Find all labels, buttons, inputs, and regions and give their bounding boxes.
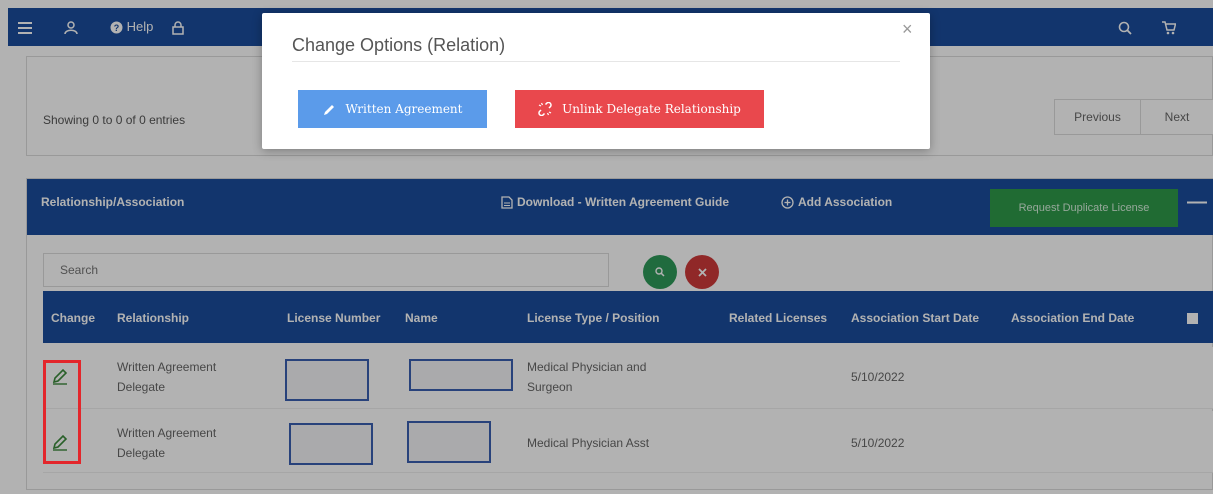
- change-options-modal: Change Options (Relation) × Written Agre…: [262, 13, 930, 149]
- modal-close-button[interactable]: ×: [902, 19, 913, 40]
- unlink-icon: [538, 102, 552, 116]
- change-column-highlight: [43, 360, 81, 464]
- unlink-delegate-button[interactable]: Unlink Delegate Relationship: [515, 90, 764, 128]
- modal-divider: [292, 61, 900, 62]
- modal-title: Change Options (Relation): [292, 35, 506, 55]
- written-agreement-button[interactable]: Written Agreement: [298, 90, 487, 128]
- pencil-icon: [323, 104, 334, 115]
